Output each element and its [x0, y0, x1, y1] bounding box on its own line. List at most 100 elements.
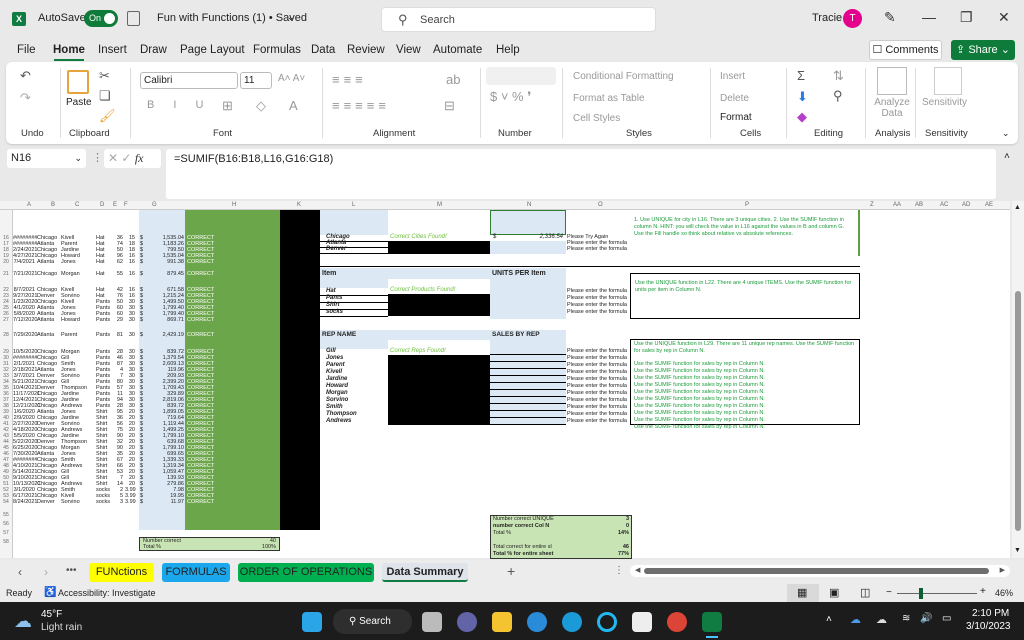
- font-color-icon[interactable]: A: [289, 98, 298, 113]
- wifi-icon[interactable]: ≋: [902, 613, 910, 624]
- more-options-icon[interactable]: ⋮: [92, 151, 103, 164]
- cell-total[interactable]: 2,429.19: [147, 332, 184, 339]
- column-header-L[interactable]: L: [352, 202, 355, 208]
- enter-icon[interactable]: ✓: [121, 151, 131, 165]
- cell-rep[interactable]: Howard: [61, 317, 80, 324]
- battery-icon[interactable]: ▭: [942, 613, 951, 624]
- cancel-icon[interactable]: ✕: [108, 151, 118, 165]
- horizontal-align-icons[interactable]: ≡≡≡≡≡: [332, 98, 390, 113]
- cell-city[interactable]: Chicago: [37, 271, 57, 278]
- chevron-down-icon[interactable]: ⌄: [287, 12, 295, 23]
- column-header-AB[interactable]: AB: [915, 202, 923, 208]
- windows-start-icon[interactable]: [302, 612, 322, 632]
- cell-city[interactable]: Atlanta: [37, 259, 54, 266]
- search-box[interactable]: ⚲ Search: [381, 7, 656, 32]
- rep-name[interactable]: Gill: [326, 348, 336, 354]
- cortana-icon[interactable]: [597, 612, 617, 632]
- cell-item[interactable]: Pants: [96, 317, 110, 324]
- wrap-text-icon[interactable]: ab: [446, 72, 460, 87]
- tab-draw[interactable]: Draw: [140, 44, 167, 56]
- accessibility-icon[interactable]: ♿: [44, 587, 56, 598]
- horizontal-scrollbar[interactable]: ◀ ▶: [630, 565, 1010, 577]
- weather-desc[interactable]: Light rain: [41, 622, 82, 633]
- cell-check[interactable]: CORRECT: [187, 332, 214, 339]
- sort-filter-icon[interactable]: ⇅: [833, 68, 844, 84]
- number-format-dropdown[interactable]: [486, 67, 556, 85]
- tab-file[interactable]: File: [17, 44, 36, 56]
- file-explorer-icon[interactable]: [492, 612, 512, 632]
- cell-price[interactable]: 16: [125, 271, 135, 278]
- page-break-view-icon[interactable]: ◫: [860, 586, 870, 599]
- table-row[interactable]: 21 7/21/2021 Chicago Morgan Hat 55 16 879.45 $ CO…: [3, 271, 313, 278]
- function-icon[interactable]: fx: [135, 151, 144, 165]
- collapse-formula-bar-icon[interactable]: ˄: [1004, 151, 1010, 162]
- normal-view-button[interactable]: ▦: [787, 584, 819, 602]
- zoom-level[interactable]: 46%: [995, 588, 1013, 598]
- cell-price[interactable]: 30: [125, 317, 135, 324]
- tab-home[interactable]: Home: [53, 44, 85, 56]
- cell-item[interactable]: Hat: [96, 271, 105, 278]
- city-name[interactable]: Denver: [326, 246, 346, 252]
- fill-color-icon[interactable]: ◇: [256, 98, 266, 114]
- cell-rep[interactable]: Sorvino: [61, 499, 80, 506]
- taskbar-search[interactable]: ⚲ Search: [333, 609, 412, 634]
- find-select-icon[interactable]: ⚲: [833, 88, 843, 104]
- rep-name[interactable]: Thompson: [326, 411, 357, 417]
- cell-check[interactable]: CORRECT: [187, 499, 214, 506]
- tab-data[interactable]: Data: [311, 44, 335, 56]
- cell-total[interactable]: 879.45: [147, 271, 184, 278]
- rep-name[interactable]: Howard: [326, 383, 348, 389]
- column-header-B[interactable]: B: [51, 202, 55, 208]
- sheet-tab-data-summary[interactable]: Data Summary: [382, 563, 468, 582]
- name-box[interactable]: N16 ⌄: [7, 149, 86, 168]
- row-number[interactable]: 58: [0, 539, 12, 545]
- merge-center-icon[interactable]: ⊟: [444, 98, 455, 114]
- column-header-K[interactable]: K: [297, 202, 301, 208]
- cut-icon[interactable]: ✂: [99, 68, 110, 84]
- conditional-formatting-button[interactable]: Conditional Formatting: [573, 70, 674, 82]
- cell-check[interactable]: CORRECT: [187, 317, 214, 324]
- avatar[interactable]: T: [843, 9, 862, 28]
- row-number[interactable]: 21: [0, 271, 12, 278]
- document-title[interactable]: Fun with Functions (1) • Saved: [157, 12, 307, 24]
- column-header-N[interactable]: N: [527, 202, 531, 208]
- sheet-tab-order-of-operations[interactable]: ORDER OF OPERATIONS: [238, 563, 374, 582]
- excel-taskbar-icon[interactable]: [702, 612, 722, 632]
- row-number[interactable]: 57: [0, 530, 12, 536]
- sheet-tab-functions[interactable]: FUNctions: [89, 563, 154, 582]
- bold-italic-underline-icons[interactable]: B I U: [147, 99, 211, 111]
- cell-item[interactable]: socks: [96, 499, 110, 506]
- column-header-AD[interactable]: AD: [962, 202, 970, 208]
- pen-icon[interactable]: ✎: [884, 9, 896, 26]
- volume-icon[interactable]: 🔊: [920, 613, 932, 624]
- add-sheet-button[interactable]: +: [507, 563, 515, 579]
- sheet-tab-formulas[interactable]: FORMULAS: [162, 563, 230, 582]
- cell-total[interactable]: 11.97: [147, 499, 184, 506]
- page-layout-view-icon[interactable]: ▣: [829, 586, 839, 599]
- cell-styles-button[interactable]: Cell Styles: [573, 112, 620, 124]
- table-row[interactable]: 20 7/4/2021 Atlanta Jones Hat 62 16 991.38 $ CORR…: [3, 259, 313, 266]
- cell-units[interactable]: 81: [113, 332, 123, 339]
- row-number[interactable]: 54: [0, 499, 12, 506]
- delete-cells-button[interactable]: Delete: [720, 92, 749, 104]
- column-header-AC[interactable]: AC: [940, 202, 948, 208]
- cell-total[interactable]: 869.71: [147, 317, 184, 324]
- autosum-icon[interactable]: Σ: [797, 68, 805, 83]
- row-number[interactable]: 27: [0, 317, 12, 324]
- item-name[interactable]: Hat: [326, 288, 336, 294]
- borders-icon[interactable]: ⊞: [222, 98, 233, 114]
- store-icon[interactable]: [632, 612, 652, 632]
- cell-item[interactable]: Hat: [96, 259, 105, 266]
- format-painter-icon[interactable]: 🖌: [99, 108, 116, 124]
- zoom-in-icon[interactable]: +: [980, 586, 986, 597]
- rep-name[interactable]: Parent: [326, 362, 345, 368]
- column-header-AA[interactable]: AA: [893, 202, 901, 208]
- minimize-icon[interactable]: —: [922, 9, 936, 25]
- tab-insert[interactable]: Insert: [98, 44, 127, 56]
- row-number[interactable]: 55: [0, 512, 12, 518]
- cell-item[interactable]: Pants: [96, 332, 110, 339]
- table-row[interactable]: 54 8/24/2021 Denver Sorvino socks 3 3.99 11.97 $…: [3, 499, 313, 506]
- rep-name[interactable]: Sorvino: [326, 397, 348, 403]
- cell-rep[interactable]: Jones: [61, 259, 76, 266]
- currency-icon[interactable]: $ ˅ % ❜: [490, 89, 531, 105]
